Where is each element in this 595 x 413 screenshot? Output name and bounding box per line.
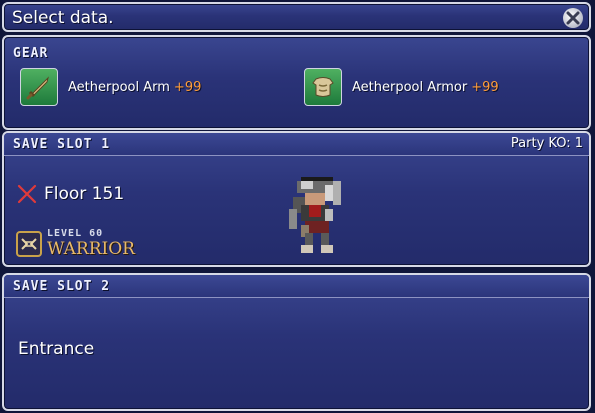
close-icon [566, 11, 580, 25]
gear-item-name: Aetherpool Arm [68, 79, 170, 95]
gear-item-arm[interactable]: Aetherpool Arm +99 [20, 67, 201, 107]
save-slot-2[interactable]: SAVE SLOT 2 Entrance [2, 273, 591, 411]
gear-item-armor[interactable]: Aetherpool Armor +99 [304, 67, 499, 107]
slot-header: SAVE SLOT 1 Party KO: 1 [4, 133, 589, 156]
warrior-sprite [289, 177, 341, 253]
party-ko-count: Party KO: 1 [510, 136, 583, 151]
location-text: Entrance [18, 339, 95, 359]
gear-item-bonus: +99 [173, 79, 202, 95]
warrior-emblem-icon [16, 230, 42, 257]
close-button[interactable] [563, 8, 583, 28]
title-bar: Select data. [2, 2, 591, 32]
gear-item-bonus: +99 [471, 79, 499, 95]
armor-icon [304, 68, 342, 106]
slot-label: SAVE SLOT 1 [13, 137, 111, 152]
slot-header: SAVE SLOT 2 [4, 275, 589, 298]
sword-icon [20, 68, 58, 106]
x-mark-icon [17, 184, 37, 204]
level-text: LEVEL 60 [47, 228, 104, 239]
slot-label: SAVE SLOT 2 [13, 279, 111, 294]
gear-label: GEAR [13, 46, 49, 61]
gear-item-name: Aetherpool Armor [352, 79, 468, 95]
floor-row: Floor 151 [16, 183, 124, 205]
job-row: LEVEL 60 WARRIOR [16, 229, 135, 258]
floor-text: Floor 151 [44, 184, 125, 204]
job-name: WARRIOR [47, 239, 135, 259]
save-slot-1[interactable]: SAVE SLOT 1 Party KO: 1 Floor 151 LEVEL … [2, 131, 591, 267]
dialog-title: Select data. [12, 8, 114, 28]
gear-panel: GEAR Aetherpool Arm +99 Aetherpool Armor… [2, 35, 591, 130]
